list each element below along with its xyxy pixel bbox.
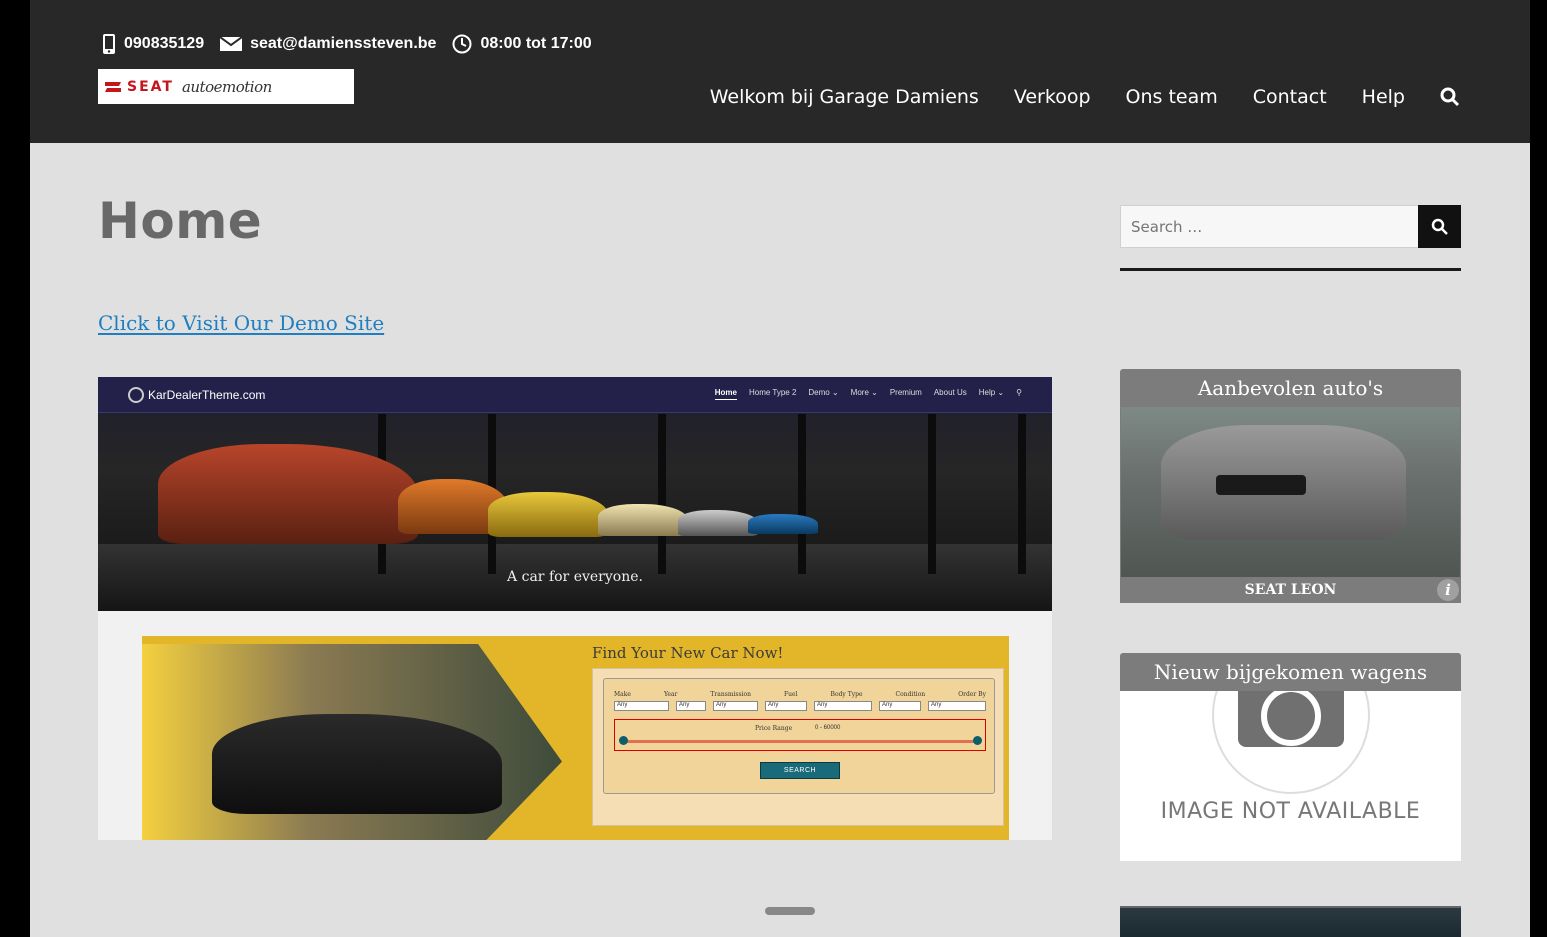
- nav-item-welkom[interactable]: Welkom bij Garage Damiens: [710, 86, 979, 108]
- finder-label: Transmission: [710, 691, 751, 698]
- preview-nav-item: ⚲: [1016, 388, 1022, 397]
- finder-select-fuel: Any: [765, 701, 807, 711]
- finder-label: Year: [663, 691, 678, 698]
- search-icon: [1431, 218, 1448, 235]
- finder-label: Order By: [958, 691, 986, 698]
- finder-labels: Make Year Transmission Fuel Body Type Co…: [614, 691, 986, 698]
- car-grille: [1216, 475, 1306, 495]
- logo-script: autoemotion: [181, 77, 272, 96]
- hall-pillar: [1018, 414, 1026, 574]
- site-header: 090835129 seat@damienssteven.be 08:00 to…: [30, 0, 1530, 143]
- finder-selects: Any Any Any Any Any Any Any: [614, 701, 986, 711]
- info-icon[interactable]: i: [1437, 579, 1459, 601]
- preview-brand: KarDealerTheme.com: [128, 386, 266, 403]
- hall-pillar: [928, 414, 936, 574]
- page: 090835129 seat@damienssteven.be 08:00 to…: [30, 0, 1530, 937]
- phone-contact[interactable]: 090835129: [102, 33, 204, 55]
- finder-select-transmission: Any: [713, 701, 758, 711]
- finder-label: Fuel: [784, 691, 798, 698]
- carousel-indicator[interactable]: [765, 907, 815, 915]
- nav-search-button[interactable]: [1440, 87, 1460, 107]
- price-range-box: Price Range 0 - 60000: [614, 719, 986, 751]
- envelope-icon: [220, 36, 243, 51]
- price-range-label: Price Range: [755, 725, 793, 732]
- clock-icon: [452, 34, 472, 54]
- finder-form: Make Year Transmission Fuel Body Type Co…: [603, 678, 995, 794]
- featured-car-photo[interactable]: [1121, 407, 1460, 577]
- preview-nav-links: Home Home Type 2 Demo ⌄ More ⌄ Premium A…: [703, 388, 1022, 400]
- opening-hours: 08:00 tot 17:00: [452, 34, 592, 54]
- race-car: [598, 504, 688, 536]
- demo-preview-image[interactable]: KarDealerTheme.com Home Home Type 2 Demo…: [98, 377, 1052, 840]
- preview-tagline: A car for everyone.: [507, 569, 643, 585]
- email-contact[interactable]: seat@damienssteven.be: [220, 35, 436, 53]
- preview-nav-item: Premium: [889, 388, 922, 397]
- finder-select-order-by: Any: [928, 701, 986, 711]
- price-slider-max-handle: [973, 736, 982, 745]
- preview-hero: KarDealerTheme.com Home Home Type 2 Demo…: [98, 377, 1052, 611]
- featured-cars-widget: Aanbevolen auto's SEAT LEON i: [1120, 369, 1461, 603]
- contact-bar: 090835129 seat@damienssteven.be 08:00 to…: [102, 30, 608, 58]
- race-car: [488, 492, 608, 537]
- finder-select-body-type: Any: [814, 701, 872, 711]
- seat-logo-icon: [105, 81, 121, 92]
- phone-number: 090835129: [124, 35, 205, 52]
- preview-brand-text: KarDealerTheme.com: [148, 387, 266, 402]
- preview-nav-item: More ⌄: [850, 388, 878, 397]
- next-widget-photo[interactable]: [1120, 906, 1461, 937]
- sidebar-divider: [1120, 268, 1461, 271]
- main-nav: Welkom bij Garage Damiens Verkoop Ons te…: [675, 86, 1460, 108]
- preview-nav-item: Demo ⌄: [808, 388, 839, 397]
- car-name: SEAT LEON: [1244, 582, 1337, 598]
- new-cars-widget: Nieuw bijgekomen wagens IMAGE NOT AVAILA…: [1120, 653, 1461, 861]
- price-slider-track: [623, 740, 977, 743]
- widget-title: Aanbevolen auto's: [1197, 376, 1384, 400]
- finder-select-make: Any: [614, 701, 669, 711]
- hours-text: 08:00 tot 17:00: [480, 35, 592, 52]
- finder-label: Body Type: [830, 691, 863, 698]
- finder-search-button: SEARCH: [760, 762, 840, 779]
- demo-site-link[interactable]: Click to Visit Our Demo Site: [98, 311, 384, 335]
- race-car: [678, 510, 758, 536]
- nav-item-verkoop[interactable]: Verkoop: [1014, 86, 1091, 108]
- search-icon: [1440, 87, 1460, 107]
- email-address: seat@damienssteven.be: [250, 35, 437, 52]
- finder-label: Make: [614, 691, 631, 698]
- hall-pillar: [658, 414, 666, 574]
- preview-navbar: KarDealerTheme.com Home Home Type 2 Demo…: [98, 377, 1052, 413]
- placeholder-text: IMAGE NOT AVAILABLE: [1160, 799, 1421, 824]
- price-slider-min-handle: [619, 736, 628, 745]
- steering-wheel-icon: [128, 386, 144, 403]
- phone-icon: [103, 34, 115, 54]
- car-finder-panel: Find Your New Car Now! Make Year Transmi…: [142, 636, 1009, 840]
- price-range-value: 0 - 60000: [815, 725, 841, 731]
- featured-car-caption[interactable]: SEAT LEON i: [1120, 577, 1461, 603]
- race-car: [748, 514, 818, 534]
- sidebar-search-input[interactable]: [1120, 205, 1419, 248]
- site-logo[interactable]: SEAT autoemotion: [98, 69, 354, 104]
- nav-item-help[interactable]: Help: [1362, 86, 1405, 108]
- preview-nav-item: Home: [714, 388, 737, 400]
- preview-nav-item: Help ⌄: [978, 388, 1005, 397]
- finder-label: Condition: [895, 691, 926, 698]
- finder-select-year: Any: [676, 701, 706, 711]
- mustang-car: [212, 714, 502, 814]
- sidebar-search-button[interactable]: [1418, 205, 1461, 248]
- page-title: Home: [98, 192, 263, 250]
- widget-title: Nieuw bijgekomen wagens: [1153, 660, 1428, 684]
- nav-item-contact[interactable]: Contact: [1253, 86, 1327, 108]
- preview-nav-item: About Us: [933, 388, 967, 397]
- finder-form-box: Make Year Transmission Fuel Body Type Co…: [592, 668, 1004, 826]
- finder-select-condition: Any: [879, 701, 921, 711]
- hall-pillar: [798, 414, 806, 574]
- finder-title: Find Your New Car Now!: [592, 644, 784, 662]
- nav-item-ons-team[interactable]: Ons team: [1126, 86, 1218, 108]
- logo-brand: SEAT: [127, 78, 174, 95]
- preview-nav-item: Home Type 2: [748, 388, 797, 397]
- race-car: [158, 444, 418, 544]
- image-not-available-placeholder[interactable]: IMAGE NOT AVAILABLE: [1120, 691, 1461, 861]
